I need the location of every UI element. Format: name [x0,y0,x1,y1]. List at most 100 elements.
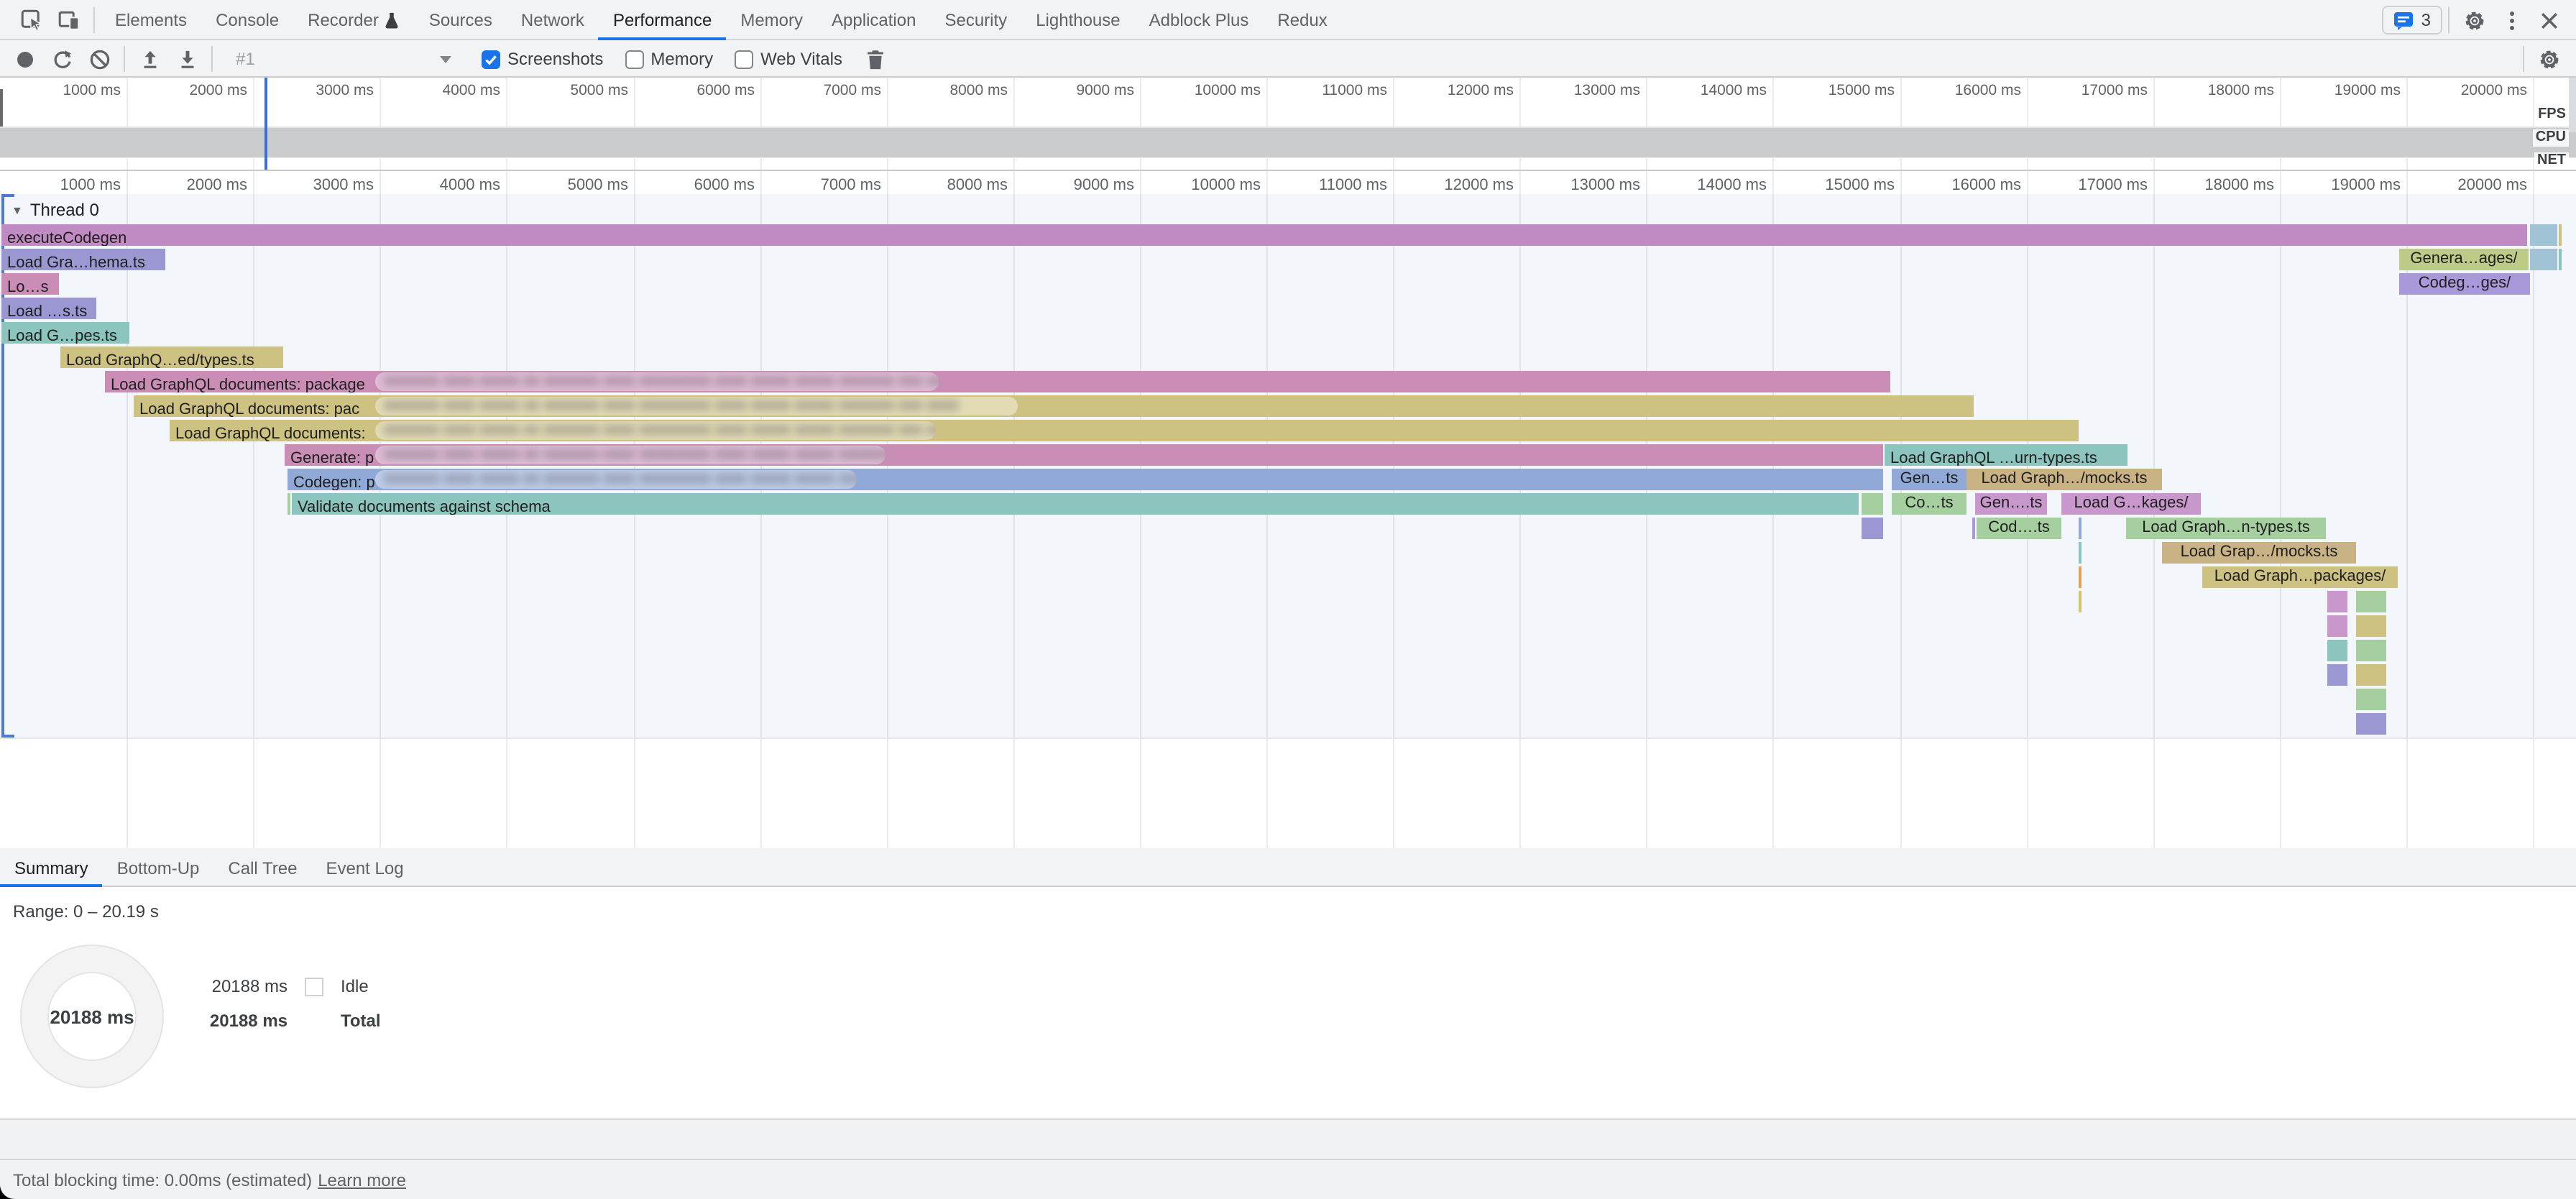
flame-bar-load-g-kages[interactable]: Load G…kages/ [2061,493,2201,515]
tab-security[interactable]: Security [930,0,1021,40]
flame-bar-load-graphql-documents-pac[interactable]: Load GraphQL documents: pacxxxxxxx xxxx … [134,395,1974,417]
flame-chart[interactable]: 1000 ms2000 ms3000 ms4000 ms5000 ms6000 … [0,171,2576,848]
tab-redux[interactable]: Redux [1263,0,1341,40]
flame-bar-gen-ts[interactable]: Gen….ts [1975,493,2047,515]
flame-bar[interactable] [2327,615,2347,637]
profile-select[interactable]: #1 [227,45,460,73]
garbage-collect-trash-icon[interactable] [857,40,894,78]
thread-track-bottom-border [0,738,2576,739]
flame-bar-generate-p[interactable]: Generate: pxxxxxxx xxxx xxxxx xx xxxxxxx… [285,444,1883,466]
details-tab-summary[interactable]: Summary [0,848,103,887]
flame-bar-load-s-ts[interactable]: Load …s.ts [1,298,96,319]
flame-bar[interactable] [1862,518,1883,539]
overview-tick-label: 10000 ms [1195,82,1261,99]
overview-tick-label: 19000 ms [2334,82,2401,99]
flame-bar-load-grap-mocks-ts[interactable]: Load Grap…/mocks.ts [2162,542,2356,564]
checkbox-box-memory[interactable] [625,50,643,68]
overview-tick-label: 20000 ms [2461,82,2527,99]
flame-bar[interactable] [2079,518,2082,539]
close-devtools-icon[interactable] [2530,0,2567,40]
flame-bar-cod-ts[interactable]: Cod….ts [1977,518,2061,539]
tab-lighthouse[interactable]: Lighthouse [1021,0,1134,40]
flame-bar-validate-documents-against-schema[interactable]: Validate documents against schema [292,493,1859,515]
tab-network[interactable]: Network [507,0,599,40]
flame-bar-load-gra-hema-ts[interactable]: Load Gra…hema.ts [1,249,165,270]
save-profile-icon[interactable] [168,40,206,78]
flame-bar-load-graph-packages[interactable]: Load Graph…packages/ [2202,566,2398,588]
panel-tabs: ElementsConsoleRecorderSourcesNetworkPer… [101,0,1342,40]
flame-bar[interactable] [2327,640,2347,661]
details-tab-call-tree[interactable]: Call Tree [213,848,311,887]
reload-and-record-icon[interactable] [43,40,80,78]
flame-bar-load-graphql-urn-types-ts[interactable]: Load GraphQL …urn-types.ts [1885,444,2128,466]
flame-bar[interactable] [2356,664,2386,686]
blocking-time-text: Total blocking time: 0.00ms (estimated) [13,1170,312,1190]
learn-more-link[interactable]: Learn more [318,1170,406,1190]
tab-elements[interactable]: Elements [101,0,201,40]
flame-bar-load-graphql-documents-package[interactable]: Load GraphQL documents: packagexxxxxxx x… [105,371,1890,392]
checkbox-web-vitals[interactable]: Web Vitals [735,49,842,69]
tab-memory[interactable]: Memory [726,0,817,40]
flame-bar[interactable] [2079,566,2082,588]
checkbox-memory[interactable]: Memory [625,49,713,69]
flame-bar[interactable] [2530,224,2557,246]
capture-settings-gear-icon[interactable] [2530,40,2567,78]
flame-bar-genera-ages[interactable]: Genera…ages/ [2399,249,2529,270]
flame-bar-load-graphq-ed-types-ts[interactable]: Load GraphQ…ed/types.ts [60,346,283,368]
tab-console[interactable]: Console [201,0,293,40]
thread-header[interactable]: ▼ Thread 0 [12,200,99,220]
clear-recording-icon[interactable] [80,40,118,78]
flame-bar-executecodegen[interactable]: executeCodegen [1,224,2527,246]
device-toolbar-icon[interactable] [50,0,88,40]
flame-bar[interactable] [2356,640,2386,661]
tab-application[interactable]: Application [817,0,930,40]
flame-bar[interactable] [2356,689,2386,710]
load-profile-icon[interactable] [131,40,168,78]
issues-badge-button[interactable]: 3 [2383,6,2442,35]
timeline-overview[interactable]: 1000 ms2000 ms3000 ms4000 ms5000 ms6000 … [0,78,2576,171]
flame-bar[interactable] [2559,224,2562,246]
inspect-element-icon[interactable] [13,0,50,40]
flame-bar-load-g-pes-ts[interactable]: Load G…pes.ts [1,322,129,344]
checkbox-label: Screenshots [507,49,603,69]
tab-adblock-plus[interactable]: Adblock Plus [1135,0,1264,40]
details-tab-event-log[interactable]: Event Log [311,848,418,887]
cpu-activity-band [0,128,2576,157]
flame-bar-label: Load GraphQL documents: package [105,377,365,392]
settings-gear-icon[interactable] [2455,0,2493,40]
flame-bar[interactable] [2327,591,2347,612]
flame-bar-load-graph-mocks-ts[interactable]: Load Graph…/mocks.ts [1966,469,2162,490]
flame-bar[interactable] [2327,664,2347,686]
flame-bar[interactable] [288,493,290,515]
flame-bar-label: Load G…kages/ [2061,493,2201,515]
flame-bar[interactable] [1972,518,1975,539]
flame-bar[interactable] [2079,591,2082,612]
flame-bar-codeg-ges[interactable]: Codeg…ges/ [2399,273,2530,295]
legend-row-total: 20188 msTotal [187,1011,381,1031]
flame-bar-codegen-p[interactable]: Codegen: pxxxxxxx xxxx xxxxx xx xxxxxxx … [288,469,1883,490]
flame-bar[interactable] [2530,249,2557,270]
flame-bar-gen-ts[interactable]: Gen…ts [1892,469,1966,490]
flame-bar-co-ts[interactable]: Co…ts [1892,493,1966,515]
flame-bar-lo-s[interactable]: Lo…s [1,273,59,295]
overview-scrollbar[interactable] [2569,78,2576,132]
flame-bar[interactable] [2356,713,2386,735]
flame-bar[interactable] [2356,591,2386,612]
tab-recorder[interactable]: Recorder [293,0,415,40]
flame-bar[interactable] [1862,493,1883,515]
flame-bar[interactable] [2356,615,2386,637]
overview-left-handle[interactable] [0,89,3,127]
tab-performance[interactable]: Performance [599,0,726,40]
flame-bar-load-graphql-documents[interactable]: Load GraphQL documents:xxxxxxx xxxx xxxx… [170,420,2079,441]
flame-bar[interactable] [2559,249,2562,270]
checkbox-box-web-vitals[interactable] [735,50,753,68]
checkbox-box-screenshots[interactable] [482,50,500,68]
record-button[interactable] [6,40,43,78]
checkbox-screenshots[interactable]: Screenshots [482,49,603,69]
tab-sources[interactable]: Sources [415,0,507,40]
more-options-kebab-icon[interactable] [2493,0,2530,40]
flame-bar[interactable] [2079,542,2082,564]
details-tab-bottom-up[interactable]: Bottom-Up [103,848,214,887]
flame-bar-load-graph-n-types-ts[interactable]: Load Graph…n-types.ts [2126,518,2326,539]
ruler-tick-label: 14000 ms [1697,177,1767,194]
